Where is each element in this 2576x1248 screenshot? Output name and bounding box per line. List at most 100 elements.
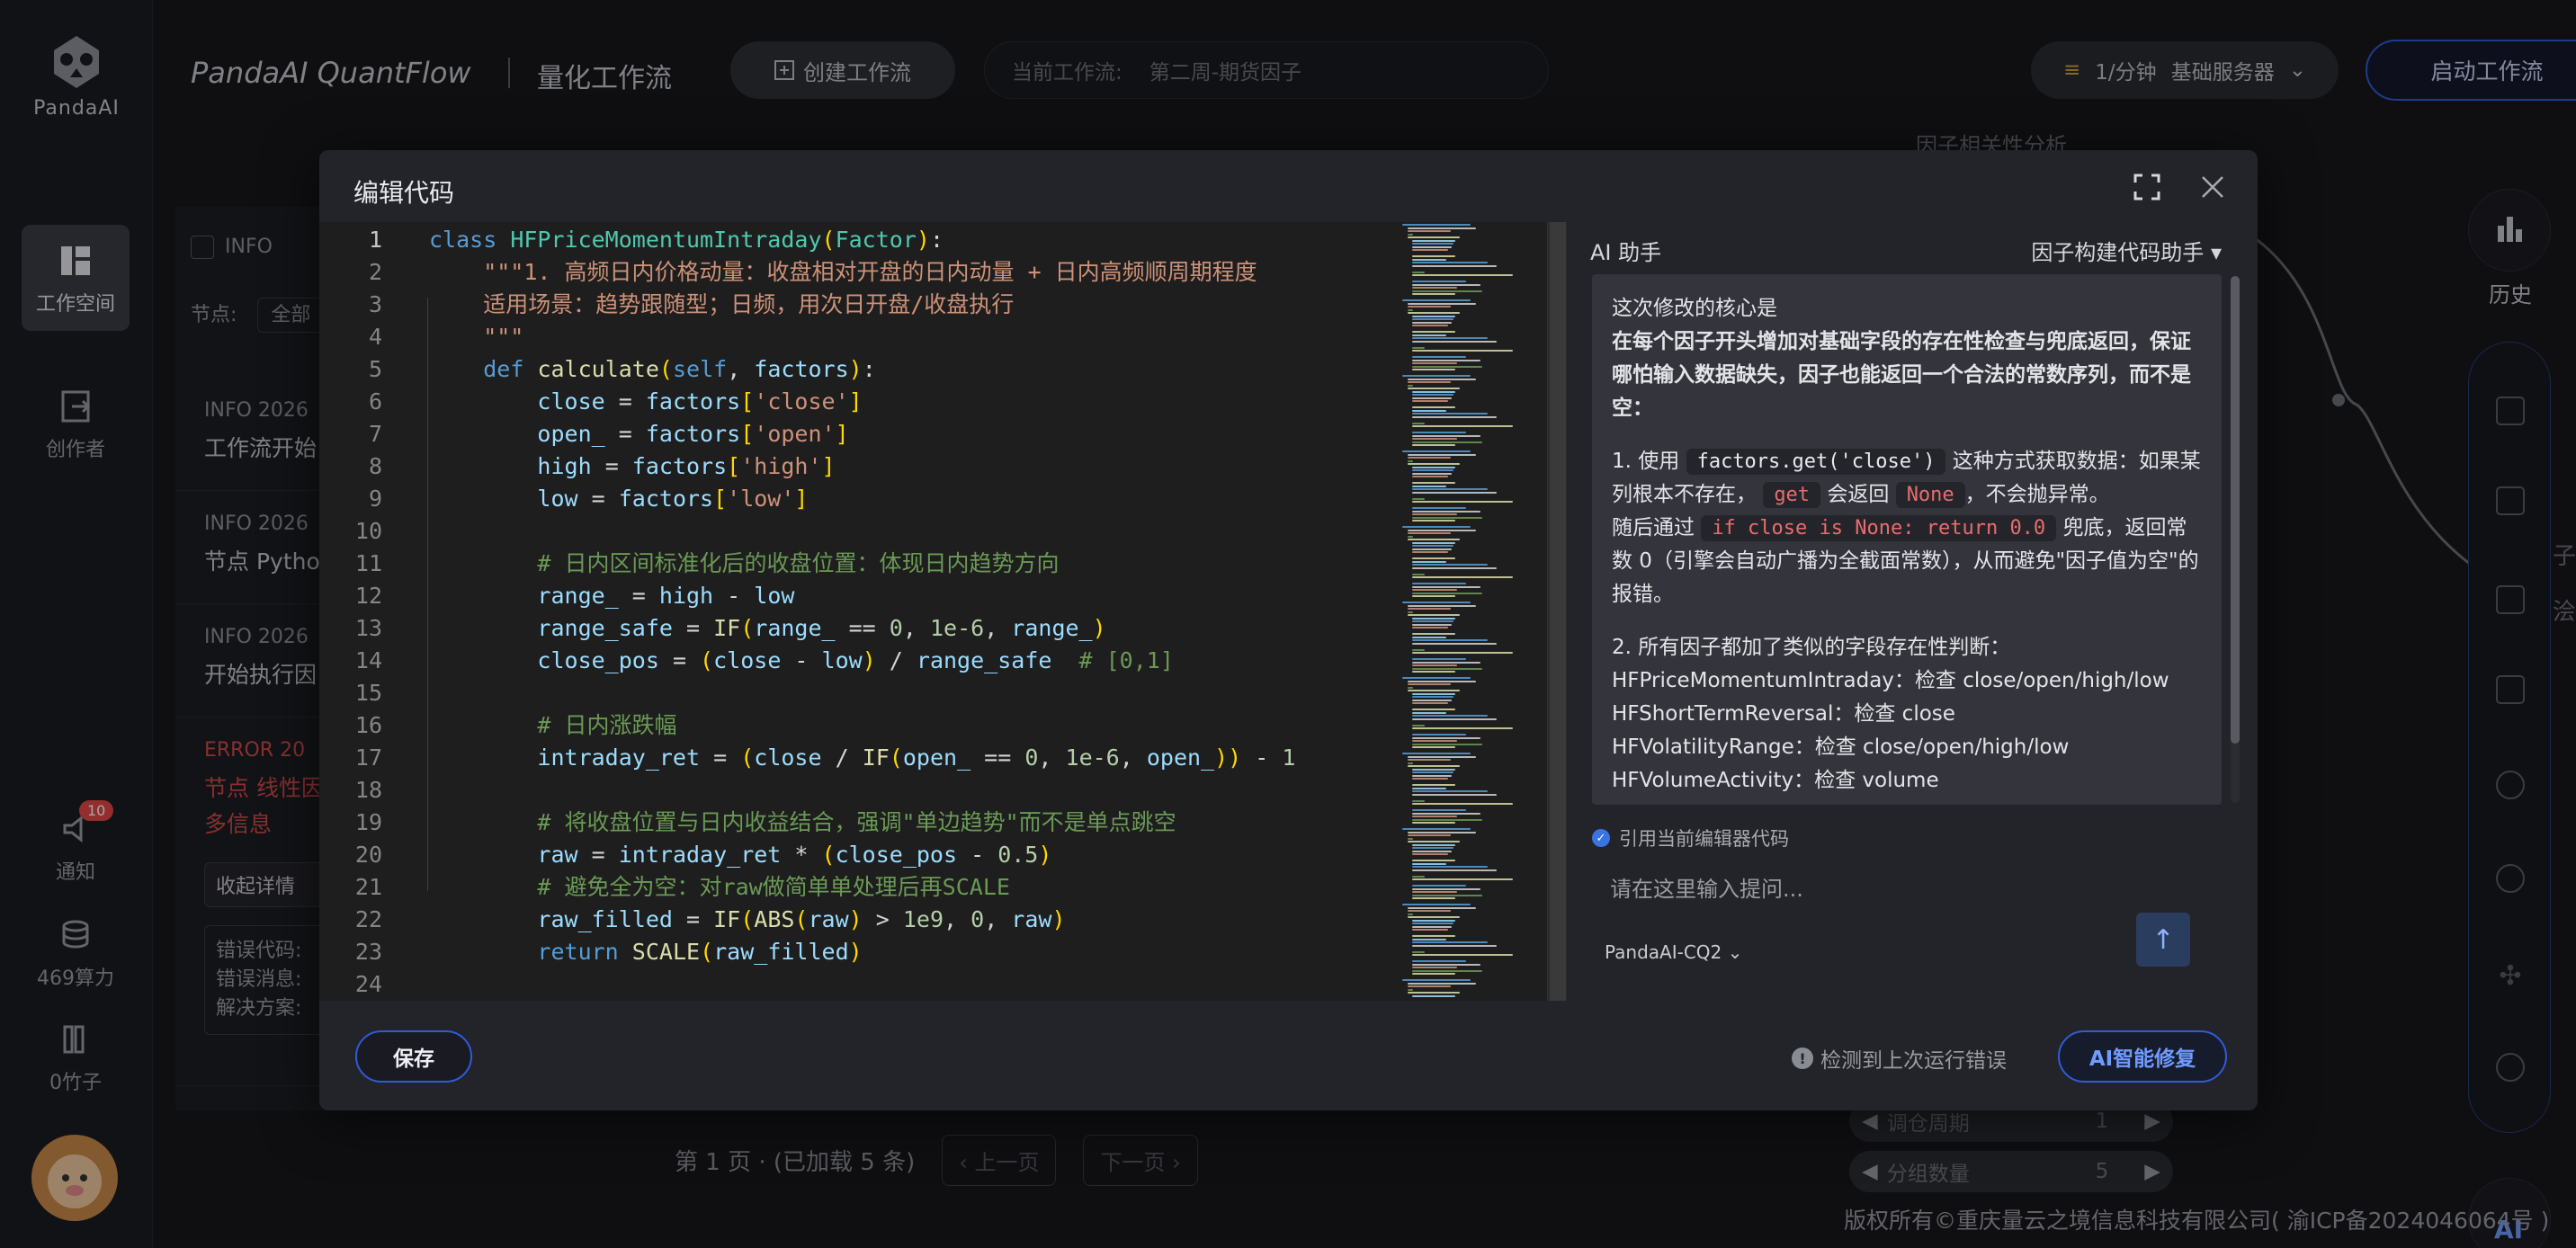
- ai-scrollbar-thumb[interactable]: [2231, 276, 2240, 744]
- code-line[interactable]: raw = intraday_ret * (close_pos - 0.5): [429, 839, 1051, 871]
- code-line[interactable]: class HFPriceMomentumIntraday(Factor):: [429, 224, 944, 256]
- code-line[interactable]: # 日内涨跌幅: [429, 709, 676, 742]
- minimap-line: [1407, 834, 1451, 836]
- code-line[interactable]: raw_filled = IF(ABS(raw) > 1e9, 0, raw): [429, 904, 1065, 936]
- code-editor[interactable]: 1 2 3 4 5 6 7 8 9 10 11 12 13 14 15 16 17 18 19 20 21 22 23 24 …: [319, 222, 1567, 1001]
- model-name: PandaAI-CQ2: [1605, 941, 1722, 963]
- line-number: 4: [368, 324, 382, 350]
- ai-question-input[interactable]: 请在这里输入提问...: [1610, 871, 1803, 903]
- send-button[interactable]: ↑: [2136, 913, 2190, 967]
- minimap-line: [1412, 315, 1456, 317]
- ai-fix-button[interactable]: AI智能修复: [2058, 1030, 2227, 1083]
- code-line[interactable]: """1. 高频日内价格动量：收盘相对开盘的日内动量 + 日内高频顺周期程度: [429, 256, 1257, 289]
- minimap-line: [1412, 583, 1467, 584]
- assistant-selector[interactable]: 因子构建代码助手 ▾: [2031, 235, 2222, 266]
- caret-down-icon: ▾: [2210, 240, 2222, 265]
- minimap-line: [1412, 642, 1498, 645]
- minimap-line: [1412, 472, 1453, 475]
- minimap-line: [1407, 529, 1476, 531]
- code-line[interactable]: open_ = factors['open']: [429, 418, 848, 450]
- minimap-line: [1412, 787, 1447, 789]
- minimap-line: [1412, 736, 1481, 739]
- model-selector[interactable]: PandaAI-CQ2 ⌄: [1605, 941, 1742, 963]
- minimap-line: [1412, 497, 1426, 500]
- code-line[interactable]: return SCALE(raw_filled): [429, 936, 862, 968]
- code-line[interactable]: # 将收盘位置与日内收益结合，强调"单边趋势"而不是单点跳空: [429, 807, 1176, 839]
- minimap-line: [1412, 356, 1467, 358]
- minimap-line: [1412, 919, 1456, 922]
- minimap-line: [1402, 904, 1471, 905]
- ai-paragraph: 1. 使用 factors.get('close') 这种方式获取数据：如果某列…: [1612, 445, 2202, 512]
- ai-text: 这次修改的核心是: [1612, 297, 1777, 320]
- minimap-line: [1412, 793, 1498, 796]
- minimap-line: [1412, 239, 1456, 242]
- minimap-line: [1407, 910, 1451, 912]
- minimap-line: [1407, 611, 1413, 613]
- code-line[interactable]: def calculate(self, factors):: [429, 353, 876, 386]
- check-icon[interactable]: ✓: [1592, 829, 1610, 847]
- reference-editor-toggle[interactable]: ✓ 引用当前编辑器代码: [1592, 825, 1789, 851]
- reference-label: 引用当前编辑器代码: [1619, 828, 1789, 850]
- minimap-line: [1412, 667, 1483, 670]
- code-line[interactable]: close = factors['close']: [429, 386, 862, 418]
- code-line[interactable]: low = factors['low']: [429, 483, 808, 515]
- minimap-line: [1412, 727, 1514, 729]
- minimap-line: [1407, 831, 1476, 833]
- ai-paragraph: 随后通过 if close is None: return 0.0 兜底，返回常…: [1612, 512, 2202, 611]
- close-icon[interactable]: [2200, 174, 2225, 200]
- code-area[interactable]: class HFPriceMomentumIntraday(Factor): "…: [429, 222, 1369, 1001]
- save-button[interactable]: 保存: [355, 1030, 472, 1083]
- minimap-line: [1412, 346, 1426, 349]
- line-number: 20: [354, 842, 382, 868]
- minimap-line: [1407, 683, 1451, 685]
- minimap-line: [1412, 699, 1453, 701]
- line-number: 21: [354, 874, 382, 900]
- minimap[interactable]: [1399, 222, 1543, 1001]
- minimap-line: [1412, 938, 1447, 940]
- code-line[interactable]: """: [429, 321, 523, 353]
- minimap-line: [1407, 532, 1451, 534]
- minimap-line: [1402, 979, 1471, 981]
- code-line[interactable]: intraday_ret = (close / IF(open_ == 0, 1…: [429, 742, 1295, 774]
- minimap-line: [1412, 340, 1498, 343]
- minimap-line: [1407, 378, 1476, 380]
- minimap-line: [1412, 711, 1447, 714]
- minimap-line: [1412, 799, 1426, 802]
- code-line[interactable]: # 避免全为空：对raw做简单单处理后再SCALE: [429, 871, 1010, 904]
- minimap-line: [1412, 822, 1456, 824]
- editor-scrollbar-thumb[interactable]: [1550, 222, 1566, 1001]
- minimap-line: [1412, 557, 1456, 559]
- minimap-line: [1412, 551, 1449, 553]
- minimap-line: [1412, 652, 1514, 654]
- minimap-line: [1412, 973, 1456, 975]
- minimap-line: [1412, 963, 1481, 966]
- minimap-line: [1412, 891, 1458, 893]
- minimap-line: [1407, 308, 1413, 311]
- minimap-line: [1402, 526, 1471, 528]
- minimap-line: [1412, 249, 1449, 251]
- code-line[interactable]: high = factors['high']: [429, 450, 835, 483]
- inline-code: get: [1763, 482, 1821, 508]
- minimap-line: [1412, 771, 1454, 773]
- line-number: 8: [368, 453, 382, 479]
- minimap-line: [1412, 935, 1456, 937]
- ai-text: 2. 所有因子都加了类似的字段存在性判断：: [1612, 636, 2011, 659]
- line-number: 5: [368, 356, 382, 382]
- minimap-line: [1412, 941, 1489, 943]
- minimap-line: [1407, 236, 1460, 238]
- minimap-line: [1412, 337, 1489, 339]
- editor-scrollbar[interactable]: [1547, 222, 1567, 1001]
- code-line[interactable]: range_ = high - low: [429, 580, 794, 612]
- minimap-line: [1412, 812, 1481, 815]
- minimap-line: [1412, 334, 1447, 336]
- fullscreen-icon[interactable]: [2133, 174, 2160, 201]
- code-line[interactable]: # 日内区间标准化后的收盘位置：体现日内趋势方向: [429, 548, 1059, 580]
- code-line[interactable]: 适用场景：趋势跟随型；日频，用次日开盘/收盘执行: [429, 289, 1014, 321]
- code-line[interactable]: close_pos = (close - low) / range_safe #…: [429, 645, 1173, 677]
- minimap-line: [1412, 274, 1514, 276]
- minimap-line: [1407, 906, 1476, 909]
- code-line[interactable]: range_safe = IF(range_ == 0, 1e-6, range…: [429, 612, 1105, 645]
- minimap-line: [1412, 627, 1449, 628]
- minimap-line: [1407, 992, 1460, 994]
- ai-scrollbar[interactable]: [2231, 276, 2240, 803]
